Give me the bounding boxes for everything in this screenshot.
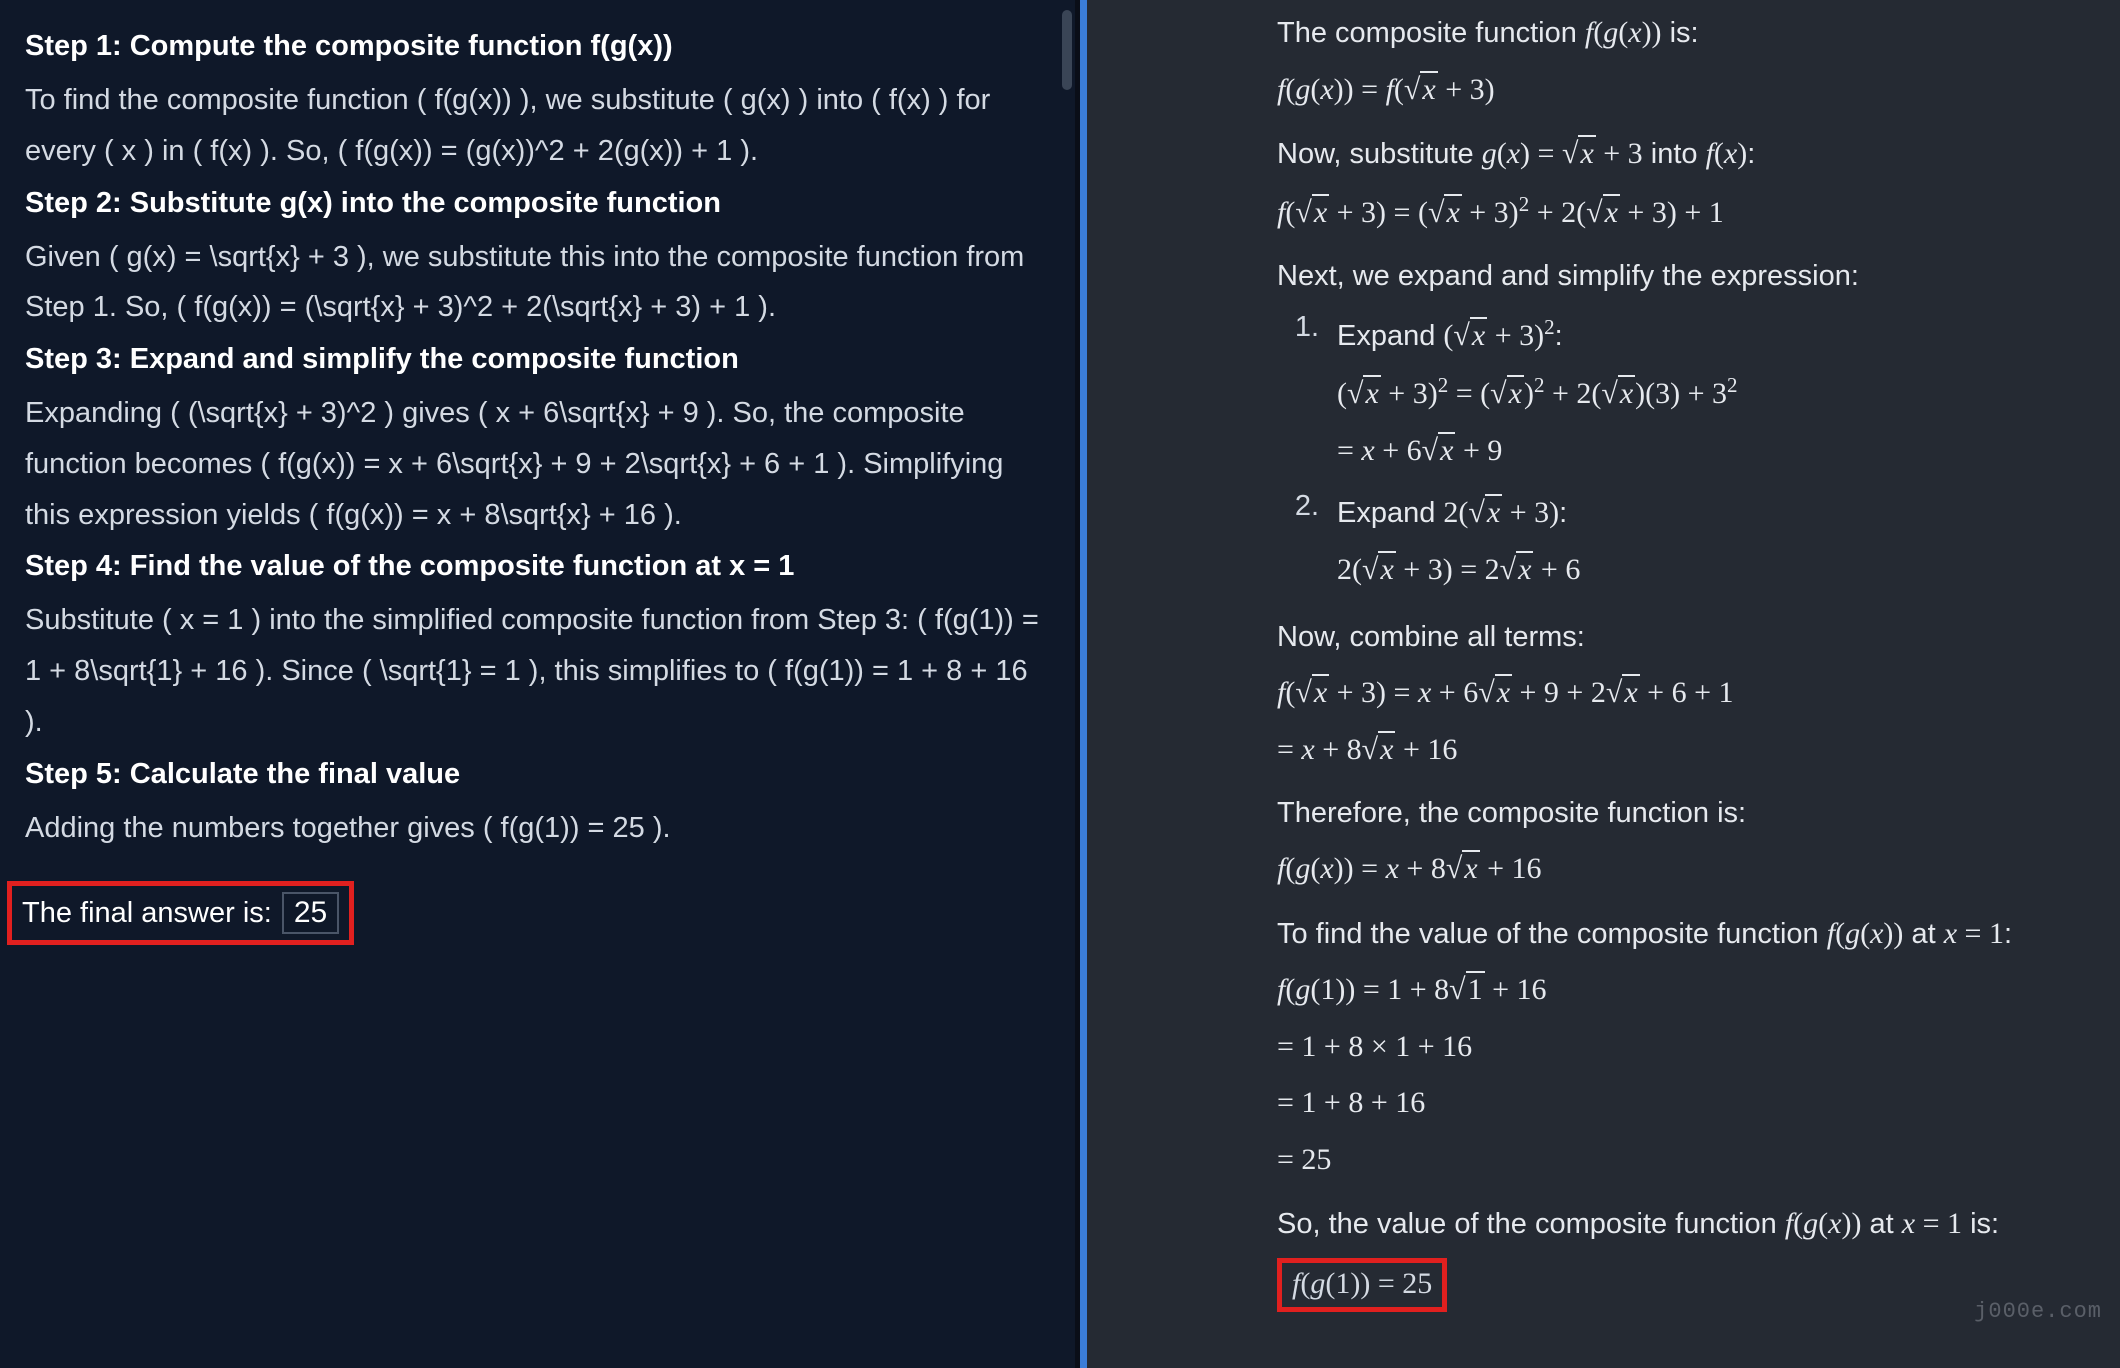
calc-line1: f(g(1)) = 1 + 81 + 16: [1277, 967, 2090, 1014]
step-2-body: Given ( g(x) = \sqrt{x} + 3 ), we substi…: [25, 232, 1050, 334]
right-solution-panel: The composite function f(g(x)) is: f(g(x…: [1087, 0, 2120, 1368]
step-4: Step 4: Find the value of the composite …: [25, 550, 1050, 747]
final-answer-label: The final answer is:: [22, 897, 272, 930]
substitute-text: Now, substitute g(x) = x + 3 into f(x):: [1277, 131, 2090, 178]
step-4-body: Substitute ( x = 1 ) into the simplified…: [25, 595, 1050, 747]
step-2: Step 2: Substitute g(x) into the composi…: [25, 187, 1050, 334]
therefore-text: Therefore, the composite function is:: [1277, 791, 2090, 836]
step-1-title: Step 1: Compute the composite function f…: [25, 30, 1050, 63]
expand-text: Next, we expand and simplify the express…: [1277, 254, 2090, 299]
so-text: So, the value of the composite function …: [1277, 1201, 2090, 1248]
combine-line1: f(x + 3) = x + 6x + 9 + 2x + 6 + 1: [1277, 670, 2090, 717]
final-eq: f(g(1)) = 25: [1292, 1267, 1432, 1300]
expand-item-2: 2. Expand 2(x + 3): 2(x + 3) = 2x + 6: [1277, 490, 2090, 597]
item2-line1: 2(x + 3) = 2x + 6: [1337, 547, 2090, 594]
step-2-title: Step 2: Substitute g(x) into the composi…: [25, 187, 1050, 220]
expand-item-1: 1. Expand (x + 3)2: (x + 3)2 = (x)2 + 2(…: [1277, 311, 2090, 479]
step-3: Step 3: Expand and simplify the composit…: [25, 343, 1050, 540]
eq-2: f(x + 3) = (x + 3)2 + 2(x + 3) + 1: [1277, 188, 2090, 237]
find-text: To find the value of the composite funct…: [1277, 911, 2090, 958]
list-number-2: 2.: [1291, 490, 1319, 523]
panel-divider[interactable]: [1075, 0, 1087, 1368]
step-5-body: Adding the numbers together gives ( f(g(…: [25, 803, 1050, 854]
step-3-title: Step 3: Expand and simplify the composit…: [25, 343, 1050, 376]
eq-1: f(g(x)) = f(x + 3): [1277, 67, 2090, 114]
item1-line2: = x + 6x + 9: [1337, 428, 2090, 475]
combine-line2: = x + 8x + 16: [1277, 727, 2090, 774]
item2-label: Expand 2(x + 3):: [1337, 490, 2090, 537]
step-1: Step 1: Compute the composite function f…: [25, 30, 1050, 177]
list-number-1: 1.: [1291, 311, 1319, 344]
intro-text: The composite function f(g(x)) is:: [1277, 10, 2090, 57]
left-solution-panel: Step 1: Compute the composite function f…: [0, 0, 1075, 1368]
step-5-title: Step 5: Calculate the final value: [25, 758, 1050, 791]
step-1-body: To find the composite function ( f(g(x))…: [25, 75, 1050, 177]
item1-label: Expand (x + 3)2:: [1337, 311, 2090, 360]
calc-line4: = 25: [1277, 1137, 2090, 1184]
item1-line1: (x + 3)2 = (x)2 + 2(x)(3) + 32: [1337, 369, 2090, 418]
therefore-eq: f(g(x)) = x + 8x + 16: [1277, 846, 2090, 893]
final-result-highlight: f(g(1)) = 25: [1277, 1258, 1447, 1312]
final-answer-value: 25: [282, 892, 339, 934]
calc-line2: = 1 + 8 × 1 + 16: [1277, 1024, 2090, 1071]
combine-text: Now, combine all terms:: [1277, 615, 2090, 660]
step-3-body: Expanding ( (\sqrt{x} + 3)^2 ) gives ( x…: [25, 388, 1050, 540]
step-5: Step 5: Calculate the final value Adding…: [25, 758, 1050, 854]
watermark-text: j000e.com: [1974, 1299, 2102, 1324]
step-4-title: Step 4: Find the value of the composite …: [25, 550, 1050, 583]
final-answer-highlight: The final answer is: 25: [7, 881, 354, 945]
calc-line3: = 1 + 8 + 16: [1277, 1080, 2090, 1127]
scrollbar-thumb[interactable]: [1062, 10, 1072, 90]
